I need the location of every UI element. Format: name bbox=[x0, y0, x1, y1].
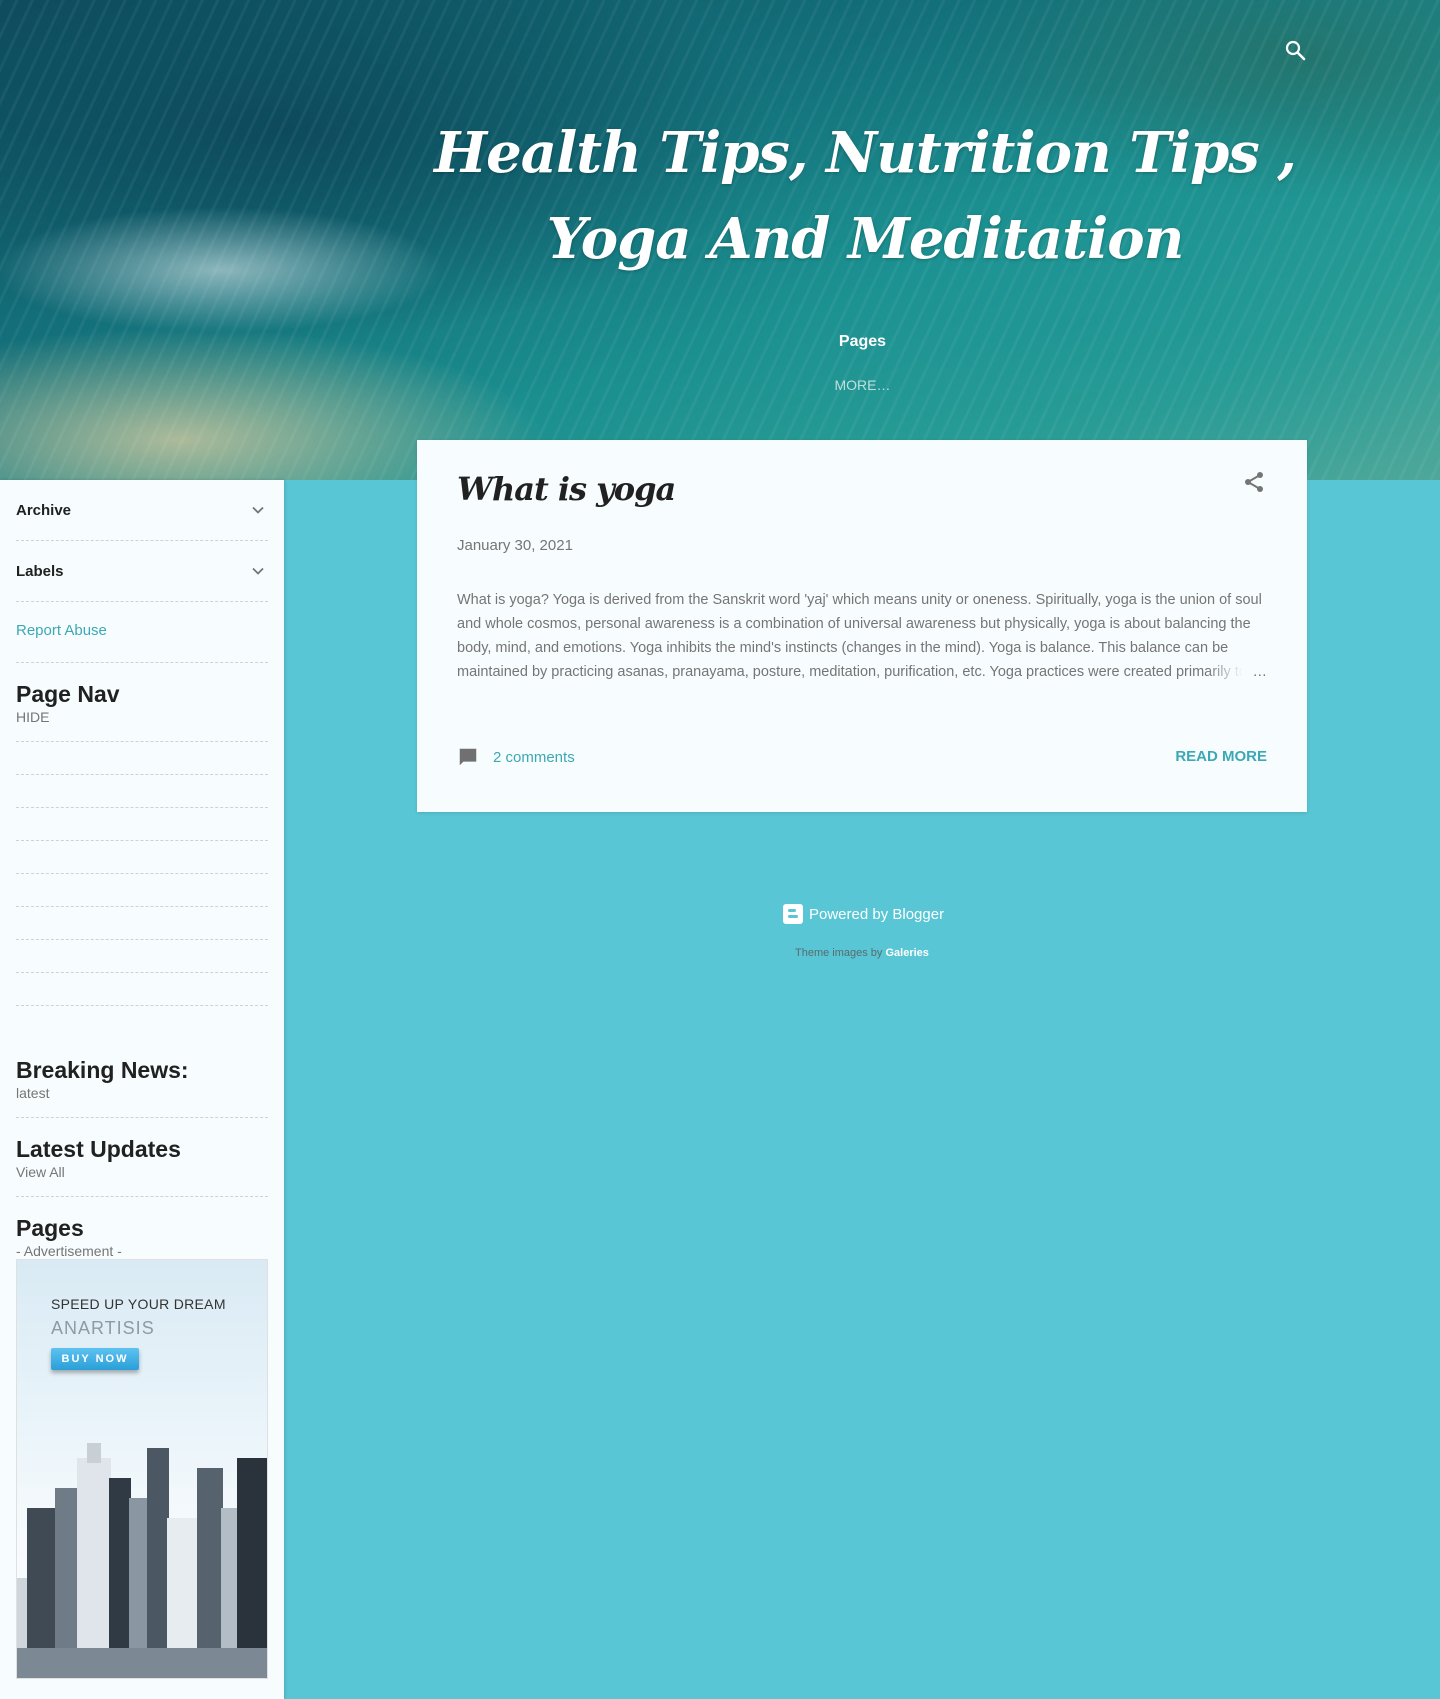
breaking-news-title: Breaking News: bbox=[16, 1057, 189, 1083]
powered-by-blogger-link[interactable]: Powered by Blogger bbox=[783, 904, 944, 924]
page-nav-hide-toggle[interactable]: HIDE bbox=[16, 708, 268, 726]
divider bbox=[16, 662, 268, 663]
archive-toggle[interactable]: Archive bbox=[16, 498, 268, 522]
snippet-ellipsis: … bbox=[1207, 660, 1267, 684]
breaking-news-sub: latest bbox=[16, 1085, 50, 1101]
archive-label: Archive bbox=[16, 501, 72, 519]
page-nav-title: Page Nav bbox=[16, 681, 120, 707]
post-card: What is yoga January 30, 2021 What is yo… bbox=[417, 440, 1307, 812]
comments-count: 2 comments bbox=[493, 748, 575, 766]
report-abuse-link[interactable]: Report Abuse bbox=[16, 622, 107, 639]
read-more-link[interactable]: Read more bbox=[1175, 748, 1267, 765]
divider bbox=[16, 774, 268, 775]
post-snippet: What is yoga? Yoga is derived from the S… bbox=[457, 588, 1267, 684]
theme-credit-link[interactable]: Galeries bbox=[886, 947, 929, 959]
divider bbox=[16, 906, 268, 907]
labels-toggle[interactable]: Labels bbox=[16, 559, 268, 583]
page-nav-widget: Page Nav HIDE bbox=[16, 680, 268, 726]
nav-pages-link[interactable]: Pages bbox=[0, 333, 1440, 351]
blog-title[interactable]: Health Tips, Nutrition Tips , Yoga And M… bbox=[430, 110, 1300, 282]
city-skyline-image bbox=[17, 1443, 267, 1678]
chevron-down-icon bbox=[252, 506, 264, 514]
divider bbox=[16, 939, 268, 940]
advertisement-label: - Advertisement - bbox=[16, 1243, 122, 1259]
theme-credit: Theme images by Galeries bbox=[795, 947, 929, 959]
theme-credit-prefix: Theme images by bbox=[795, 947, 883, 959]
chevron-down-icon bbox=[252, 567, 264, 575]
view-all-link[interactable]: View All bbox=[16, 1163, 268, 1181]
comment-icon bbox=[459, 748, 477, 766]
ad-headline: SPEED UP YOUR DREAM bbox=[51, 1296, 226, 1312]
share-icon[interactable] bbox=[1242, 470, 1266, 494]
pages-widget: Pages - Advertisement - bbox=[16, 1214, 268, 1260]
divider bbox=[16, 540, 268, 541]
blogger-icon bbox=[783, 904, 803, 924]
advertisement-banner[interactable]: SPEED UP YOUR DREAM ANARTISIS BUY NOW bbox=[16, 1259, 268, 1679]
powered-by-label: Powered by Blogger bbox=[809, 905, 945, 923]
labels-label: Labels bbox=[16, 562, 64, 580]
divider bbox=[16, 1196, 268, 1197]
divider bbox=[16, 972, 268, 973]
divider bbox=[16, 1005, 268, 1006]
nav-more-link[interactable]: More… bbox=[0, 377, 1440, 393]
divider bbox=[16, 601, 268, 602]
divider bbox=[16, 1117, 268, 1118]
divider bbox=[16, 741, 268, 742]
post-title[interactable]: What is yoga bbox=[457, 470, 676, 508]
post-date[interactable]: January 30, 2021 bbox=[457, 537, 573, 554]
ad-buy-now-button[interactable]: BUY NOW bbox=[51, 1348, 139, 1370]
latest-updates-title: Latest Updates bbox=[16, 1136, 181, 1162]
divider bbox=[16, 840, 268, 841]
search-icon[interactable] bbox=[1283, 38, 1307, 62]
ad-brand: ANARTISIS bbox=[51, 1318, 155, 1338]
divider bbox=[16, 807, 268, 808]
post-snippet-text: What is yoga? Yoga is derived from the S… bbox=[457, 592, 1262, 680]
comments-link[interactable]: 2 comments bbox=[457, 746, 575, 768]
divider bbox=[16, 873, 268, 874]
latest-updates-widget: Latest Updates View All bbox=[16, 1135, 268, 1181]
pages-title: Pages bbox=[16, 1215, 84, 1241]
breaking-news-widget: Breaking News: latest bbox=[16, 1056, 268, 1102]
